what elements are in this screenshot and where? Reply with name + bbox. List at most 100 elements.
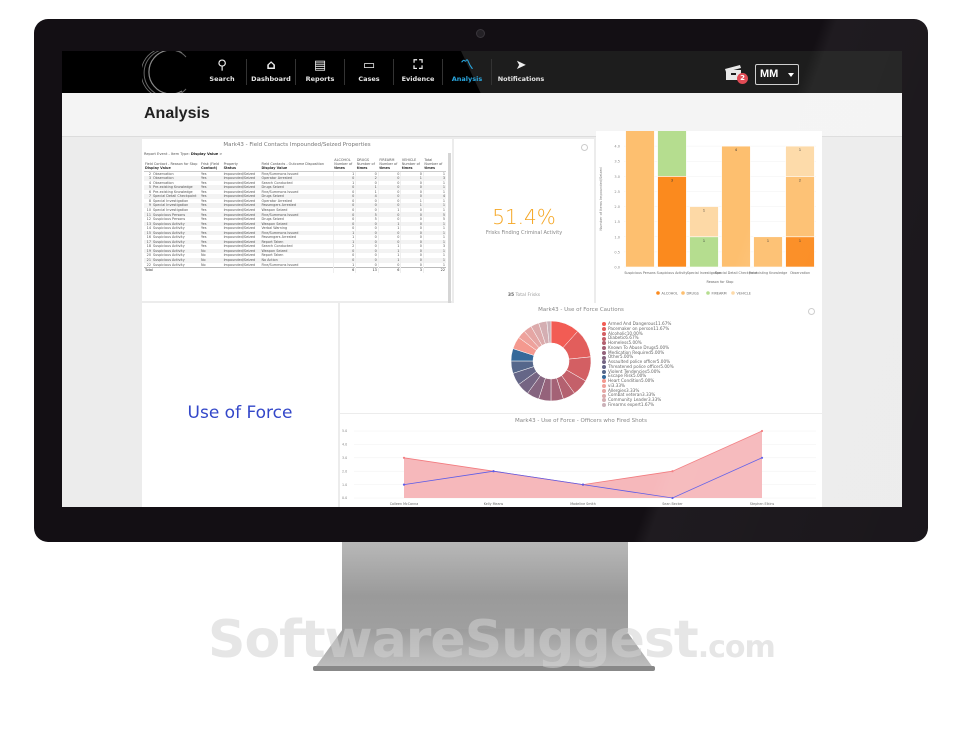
x-tick-label: Pre-existing Knowledge [749, 271, 788, 275]
column-header[interactable]: ALCOHOL Number of times [333, 157, 356, 172]
legend-swatch [602, 393, 606, 398]
y-tick-label: 2.0 [614, 205, 620, 209]
bar-segment-drugs[interactable] [721, 145, 751, 268]
nav-analysis[interactable]: 〽 Analysis [443, 57, 491, 89]
legend-swatch [602, 403, 606, 408]
table-breadcrumb[interactable]: Report Event - Item Type: Display Value … [144, 152, 222, 156]
y-tick-label: 0.0 [342, 496, 347, 500]
app-logo-icon[interactable] [142, 51, 196, 99]
user-initials: MM [760, 68, 779, 80]
y-tick-label: 0.5 [614, 250, 620, 254]
user-menu-button[interactable]: MM [755, 64, 799, 85]
monitor-camera [476, 29, 485, 38]
data-point[interactable] [581, 483, 585, 486]
data-point[interactable] [760, 456, 764, 459]
nav-reports[interactable]: ▤ Reports [296, 57, 344, 89]
use-of-force-cautions-donut [510, 320, 592, 402]
data-point[interactable] [492, 470, 495, 473]
table-total-cell: 6 [332, 267, 356, 273]
nav-notifications[interactable]: ➤ Notifications [492, 57, 550, 89]
bar-segment-drugs[interactable] [625, 115, 655, 268]
kpi-label: Frisks Finding Criminal Activity [485, 230, 563, 236]
x-tick-label: Suspicious Persons [624, 271, 656, 275]
legend-swatch [602, 331, 606, 336]
nav-dashboard[interactable]: ⌂ Dashboard [247, 57, 295, 89]
nav-evidence[interactable]: ⛶ Evidence [394, 57, 442, 89]
data-point[interactable] [671, 496, 674, 500]
legend-item[interactable]: Firearms expert 1.67% [602, 402, 674, 408]
bar-segment-drugs[interactable] [785, 176, 815, 238]
nav-label: Search [209, 75, 235, 83]
table-cell: Impounded/Seized [223, 226, 256, 231]
legend-swatch [602, 388, 606, 393]
x-tick-label: Sean Becker [662, 502, 683, 506]
table-cell: Impounded/Seized [223, 217, 256, 222]
nav-label: Dashboard [251, 75, 291, 83]
x-tick-label: Kelly Means [484, 502, 504, 506]
legend-label-vehicle[interactable]: VEHICLE [737, 291, 751, 295]
y-tick-label: 4.0 [614, 145, 620, 149]
legend-swatch [602, 374, 606, 379]
officers-fired-shots-panel: Mark43 - Use of Force - Officers who Fir… [340, 414, 822, 507]
kpi-footer: 35 Total Frisks [507, 293, 541, 298]
bar-segment-firearm[interactable] [657, 85, 687, 177]
field-contacts-table-panel: Mark43 - Field Contacts Impounded/Seized… [142, 139, 452, 301]
legend-swatch [602, 369, 606, 374]
y-tick-label: 3.5 [614, 160, 620, 164]
column-header[interactable]: DRUGS Number of times [355, 157, 379, 172]
x-axis-label: Reason for Stop [707, 280, 734, 284]
data-point[interactable] [402, 456, 406, 459]
bar-data-label: 1 [799, 148, 801, 152]
column-header[interactable]: VEHICLE Number of times [400, 157, 424, 172]
nav-label: Notifications [497, 75, 545, 83]
table-cell: Impounded/Seized [222, 257, 261, 263]
nav-search[interactable]: ⚲ Search [198, 57, 246, 89]
column-header[interactable]: Frisk (Field Contact) [200, 157, 223, 172]
column-header[interactable]: Field Contact - Reason for Stop Display V… [144, 157, 200, 172]
column-header[interactable]: Field Contacts - Outcome Disposition Disp… [260, 157, 334, 172]
legend-swatch [656, 291, 660, 295]
y-tick-label: 1.0 [342, 483, 347, 487]
y-tick-label: 3.0 [614, 175, 620, 179]
table-total-cell: 22 [422, 267, 446, 273]
data-point[interactable] [760, 429, 764, 433]
x-tick-label: Madeline Smith [570, 502, 596, 506]
legend-swatch [681, 291, 685, 295]
table-scrollbar[interactable] [448, 153, 451, 303]
column-header[interactable]: Property Status [222, 157, 261, 172]
legend-label-alcohol[interactable]: ALCOHOL [662, 291, 678, 295]
y-tick-label: 4.0 [342, 443, 347, 447]
document-icon: ▤ [313, 58, 327, 73]
notification-count-badge[interactable]: 2 [737, 73, 748, 84]
field-contacts-table: Field Contact - Reason for Stop Display V… [144, 157, 446, 273]
column-header[interactable]: Total Number of times [423, 157, 446, 172]
column-header[interactable]: FIREARM Number of times [378, 157, 401, 172]
donut-legend: Armed And Dangerous 11.67% Pacemaker on p… [602, 321, 674, 408]
bar-data-label: 1 [703, 239, 705, 243]
legend-swatch [602, 336, 606, 341]
y-axis-label: Number of Items Impounded/Seized [599, 167, 603, 230]
nav-label: Cases [358, 75, 380, 83]
officers-fired-shots-chart: 0.0 1.0 2.0 3.0 4.0 5.0 Colleen McCanna Kelly M… [342, 429, 816, 506]
bar-data-label: 1 [767, 239, 769, 243]
data-point[interactable] [402, 483, 406, 486]
gear-icon[interactable] [581, 144, 588, 151]
legend-swatch [731, 291, 735, 295]
legend-label-firearm[interactable]: FIREARM [712, 291, 727, 295]
legend-label-drugs[interactable]: DRUGS [687, 291, 699, 295]
nav-label: Reports [305, 75, 335, 83]
monitor-mockup: ⚲ Search ⌂ Dashboard ▤ Reports ▭ Cases ⛶ Evidence… [0, 0, 960, 740]
folder-icon: ▭ [362, 58, 376, 73]
table-cell: Impounded/Seized [223, 207, 256, 212]
table-total-cell: 6 [377, 267, 401, 273]
bar-segment-alcohol[interactable] [657, 176, 687, 268]
kpi-value: 51.4% [492, 205, 556, 229]
y-tick-label: 1.0 [614, 235, 620, 239]
bar-data-label: 4 [735, 148, 737, 152]
data-point[interactable] [671, 470, 674, 473]
frisk-kpi-panel: 51.4% Frisks Finding Criminal Activity 3… [454, 139, 594, 303]
y-tick-label: 2.5 [614, 190, 620, 194]
search-icon: ⚲ [217, 58, 227, 73]
nav-cases[interactable]: ▭ Cases [345, 57, 393, 89]
use-of-force-title[interactable]: Use of Force [142, 403, 338, 423]
